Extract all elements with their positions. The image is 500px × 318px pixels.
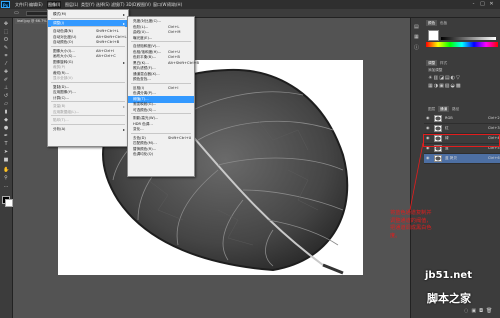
blur-tool-icon[interactable]: ◆ <box>3 118 9 123</box>
adjust-submenu: 亮度/对比度(C)... 色阶(L)... Ctrl+L 曲线(U)... Ctrl+M… <box>127 16 199 177</box>
menu-separator <box>131 113 191 114</box>
color-slider[interactable] <box>441 37 496 40</box>
pen-tool-icon[interactable]: ✒ <box>3 134 9 139</box>
tab-styles[interactable]: 样式 <box>438 60 449 66</box>
annotation-arrow <box>409 142 424 211</box>
channel-thumbnail <box>434 125 442 132</box>
zoom-tool-icon[interactable]: ⚲ <box>3 176 9 181</box>
brush-tool-icon[interactable]: ✐ <box>3 78 9 83</box>
more-tools-icon[interactable]: … <box>3 184 9 189</box>
eraser-tool-icon[interactable]: ▱ <box>3 102 9 107</box>
channel-name: RGB <box>445 116 453 120</box>
eyedropper-tool-icon[interactable]: ⁄ <box>3 62 9 67</box>
menu-separator <box>131 132 191 134</box>
tab-paths[interactable]: 路径 <box>450 106 461 112</box>
menu-separator <box>51 26 125 27</box>
visibility-eye-icon[interactable]: ◉ <box>426 126 430 130</box>
channel-row[interactable]: ◉ RGB Ctrl+2 <box>424 114 500 124</box>
tool-preset-icon[interactable]: ▭ <box>14 10 20 16</box>
minimize-button[interactable]: - <box>470 1 477 7</box>
channel-shortcut: Ctrl+6 <box>488 156 500 160</box>
color-ramp[interactable] <box>426 42 498 47</box>
menu-separator <box>51 115 125 116</box>
menu-separator <box>51 45 125 47</box>
clone-stamp-tool-icon[interactable]: ⊥ <box>3 86 9 91</box>
background-color-swatch[interactable] <box>5 199 13 207</box>
menu-separator <box>51 81 125 83</box>
menu-5[interactable]: 选择(S) <box>95 1 111 8</box>
menu-separator <box>51 101 125 102</box>
tab-layers[interactable]: 图层 <box>426 106 437 112</box>
channel-shortcut: Ctrl+2 <box>488 116 500 120</box>
watermark-title: 脚本之家 <box>427 292 471 305</box>
menu-2[interactable]: 图像(I) <box>47 1 62 8</box>
menu-separator <box>131 82 191 84</box>
menu-separator <box>51 123 125 125</box>
close-button[interactable]: ✕ <box>488 1 495 7</box>
menu-10[interactable]: 帮助(H) <box>167 1 183 8</box>
image-menu: 模式(M) ▸ 调整(J) ▸ 自动色调(N) Shift+Ctrl+L 自动对比度(U) A… <box>47 9 129 147</box>
healing-brush-tool-icon[interactable]: ✚ <box>3 70 9 75</box>
menu-4[interactable]: 类型(Y) <box>80 1 96 8</box>
channel-name: 蓝 拷贝 <box>445 156 457 160</box>
menu-item-label: 色调均化(Q) <box>133 152 154 156</box>
adjustment-icons-row2[interactable]: ▦◑▣▧◒▩ <box>428 83 462 89</box>
channel-footer-icons[interactable]: ◌▣◘🗑 <box>464 308 495 314</box>
adjustment-icons-row1[interactable]: ☀▥◪▤◐▽ <box>428 75 461 81</box>
channel-thumbnail <box>434 115 442 122</box>
menu-8[interactable]: 视图(V) <box>136 1 152 8</box>
document-tab[interactable]: leaf.jpg @ 66.7% <box>15 18 48 24</box>
fg-color-chip[interactable] <box>428 30 439 41</box>
channel-shortcut: Ctrl+3 <box>488 126 500 130</box>
menu-item-label: 分析(A) <box>53 126 66 131</box>
move-tool-icon[interactable]: ✥ <box>3 22 9 27</box>
submenu-arrow-icon: ▸ <box>123 126 126 132</box>
properties-panel-icon[interactable]: ▦ <box>414 34 419 40</box>
quick-select-tool-icon[interactable]: ✎ <box>3 46 9 51</box>
tab-swatches[interactable]: 色板 <box>438 20 449 26</box>
image-menu-item[interactable]: 分析(A) ▸ <box>48 126 128 133</box>
path-select-tool-icon[interactable]: ➤ <box>3 150 9 155</box>
rectangle-tool-icon[interactable]: ■ <box>3 158 9 163</box>
type-tool-icon[interactable]: T <box>3 142 9 147</box>
maximize-button[interactable]: □ <box>479 1 486 7</box>
watermark-site: jb51.net <box>425 270 472 281</box>
tools-panel: ✥ ⬚ ʘ ✎ ⌗ ⁄ ✚ ✐ ⊥ ↺ ▱ ▮ ◆ ● ✒ T ➤ ■ ✋ ⚲ … <box>0 18 13 318</box>
menu-3[interactable]: 图层(L) <box>64 1 79 8</box>
menu-separator <box>131 41 191 42</box>
tab-channels[interactable]: 通道 <box>438 106 450 112</box>
history-brush-tool-icon[interactable]: ↺ <box>3 94 9 99</box>
menu-6[interactable]: 滤镜(T) <box>110 1 126 8</box>
menu-separator <box>51 17 125 19</box>
tab-color[interactable]: 颜色 <box>426 20 438 26</box>
channel-row[interactable]: ◉ 红 Ctrl+3 <box>424 124 500 134</box>
menu-1[interactable]: 编辑(E) <box>28 1 44 8</box>
add-adjustment-label: 添加调整 <box>428 68 443 72</box>
visibility-eye-icon[interactable]: ◉ <box>426 116 430 120</box>
crop-tool-icon[interactable]: ⌗ <box>3 54 9 59</box>
hand-tool-icon[interactable]: ✋ <box>3 168 9 173</box>
lasso-tool-icon[interactable]: ʘ <box>3 38 9 43</box>
marquee-tool-icon[interactable]: ⬚ <box>3 30 9 35</box>
tab-adjustments[interactable]: 调整 <box>426 60 438 66</box>
history-panel-icon[interactable]: ▤ <box>414 24 419 30</box>
channel-name: 红 <box>445 126 449 130</box>
gradient-tool-icon[interactable]: ▮ <box>3 110 9 115</box>
adjust-menu-item[interactable]: 色调均化(Q) <box>128 151 194 158</box>
info-panel-icon[interactable]: ⓘ <box>414 44 419 51</box>
photoshop-logo: Ps <box>1 1 10 8</box>
dodge-tool-icon[interactable]: ● <box>3 126 9 131</box>
annotation-text: 将蓝色通道复制并调整通道的阈值，把通道调成黑白色度。 <box>390 210 432 239</box>
